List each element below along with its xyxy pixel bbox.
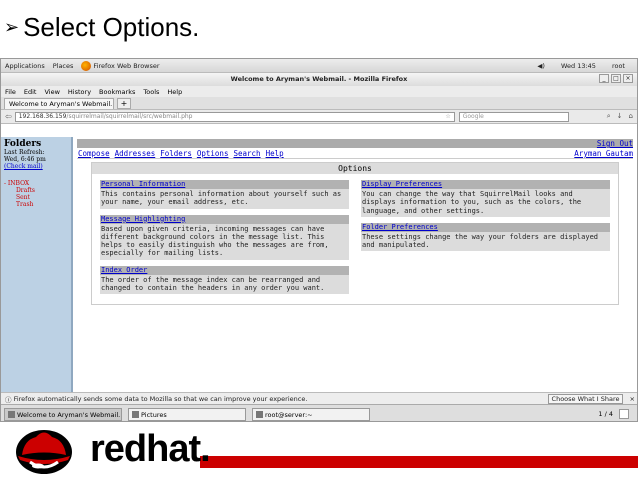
display-preferences-desc: You can change the way that SquirrelMail… xyxy=(361,189,610,217)
slide-title-text: Select Options. xyxy=(23,12,200,42)
bookmark-star-icon[interactable]: ☆ xyxy=(445,113,450,121)
firefox-icon xyxy=(81,60,92,71)
option-message-highlighting: Message Highlighting Based upon given cr… xyxy=(100,214,349,260)
folder-sidebar: Folders Last Refresh: Wed, 6:46 pm (Chec… xyxy=(1,137,73,392)
folder-trash[interactable]: Trash xyxy=(4,201,68,208)
nav-links: Compose Addresses Folders Options Search… xyxy=(77,148,633,159)
page-content: Folders Last Refresh: Wed, 6:46 pm (Chec… xyxy=(1,137,637,392)
navigation-bar: ⇦ 192.168.36.159/squirrelmail/squirrelma… xyxy=(1,110,637,124)
terminal-icon xyxy=(256,411,263,418)
folder-icon xyxy=(132,411,139,418)
message-highlighting-link[interactable]: Message Highlighting xyxy=(101,215,185,223)
personal-information-desc: This contains personal information about… xyxy=(100,189,349,209)
message-highlighting-desc: Based upon given criteria, incoming mess… xyxy=(100,223,349,260)
menu-view[interactable]: View xyxy=(44,88,59,96)
folder-sent[interactable]: Sent xyxy=(4,194,68,201)
window-title: Welcome to Aryman's Webmail. - Mozilla F… xyxy=(230,75,408,83)
options-title: Options xyxy=(92,163,618,174)
personal-information-link[interactable]: Personal Information xyxy=(101,180,185,188)
task-pictures[interactable]: Pictures xyxy=(128,407,246,421)
search-icon[interactable]: ⌕ xyxy=(607,112,611,121)
notification-text: Firefox automatically sends some data to… xyxy=(13,394,308,403)
minimize-icon[interactable]: _ xyxy=(599,74,609,83)
volume-icon[interactable]: ◀) xyxy=(537,62,545,70)
window-titlebar: Welcome to Aryman's Webmail. - Mozilla F… xyxy=(1,73,637,86)
folder-preferences-desc: These settings change the way your folde… xyxy=(361,231,610,252)
nav-addresses[interactable]: Addresses xyxy=(115,148,156,158)
redhat-wordmark: redhat. xyxy=(90,428,211,470)
last-refresh-time: Wed, 6:46 pm xyxy=(4,156,46,163)
nav-folders[interactable]: Folders xyxy=(160,148,192,158)
tab-webmail[interactable]: Welcome to Aryman's Webmail. xyxy=(4,98,114,109)
option-display-preferences: Display Preferences You can change the w… xyxy=(361,180,610,217)
nav-options[interactable]: Options xyxy=(197,148,229,158)
nav-help[interactable]: Help xyxy=(266,148,284,158)
main-frame: Sign Out Compose Addresses Folders Optio… xyxy=(73,137,637,392)
search-input[interactable]: Google xyxy=(458,111,569,122)
top-bar: Sign Out xyxy=(77,139,633,148)
menu-edit[interactable]: Edit xyxy=(24,88,37,96)
menu-bar: File Edit View History Bookmarks Tools H… xyxy=(1,86,637,97)
index-order-link[interactable]: Index Order xyxy=(101,266,147,274)
menu-tools[interactable]: Tools xyxy=(143,88,159,96)
notification-bar: ⓘ Firefox automatically sends some data … xyxy=(1,392,637,404)
options-left-column: Personal Information This contains perso… xyxy=(100,180,349,300)
nav-search[interactable]: Search xyxy=(233,148,260,158)
options-panel: Options Personal Information This contai… xyxy=(91,162,619,306)
nav-compose[interactable]: Compose xyxy=(78,148,110,158)
home-icon[interactable]: ⌂ xyxy=(629,112,633,121)
index-order-desc: The order of the message index can be re… xyxy=(100,274,349,295)
option-folder-preferences: Folder Preferences These settings change… xyxy=(361,222,610,252)
footer-red-bar xyxy=(200,456,638,468)
redhat-logo-icon xyxy=(16,430,72,474)
menu-bookmarks[interactable]: Bookmarks xyxy=(99,88,135,96)
screenshot: Applications Places Firefox Web Browser … xyxy=(0,58,638,422)
folder-inbox[interactable]: - INBOX xyxy=(4,180,68,187)
tab-bar: Welcome to Aryman's Webmail. + xyxy=(1,97,637,110)
workspace-pager[interactable]: 1 / 4 xyxy=(598,409,629,419)
firefox-launcher[interactable]: Firefox Web Browser xyxy=(81,60,167,71)
options-right-column: Display Preferences You can change the w… xyxy=(361,180,610,300)
pager-label: 1 / 4 xyxy=(598,410,613,418)
menu-history[interactable]: History xyxy=(68,88,91,96)
maximize-icon[interactable]: □ xyxy=(611,74,621,83)
check-mail-link[interactable]: (Check mail) xyxy=(4,163,43,170)
folder-preferences-link[interactable]: Folder Preferences xyxy=(362,223,438,231)
applications-menu[interactable]: Applications xyxy=(5,62,45,70)
close-notification-icon[interactable]: × xyxy=(629,395,637,403)
firefox-task-icon xyxy=(8,411,15,418)
info-icon: ⓘ xyxy=(5,395,14,404)
slide-footer: redhat. xyxy=(0,422,638,479)
new-tab-button[interactable]: + xyxy=(117,98,131,109)
slide-title: ➢ Select Options. xyxy=(4,12,199,43)
choose-what-i-share-button[interactable]: Choose What I Share xyxy=(547,393,624,404)
folder-drafts[interactable]: Drafts xyxy=(4,187,68,194)
menu-help[interactable]: Help xyxy=(167,88,182,96)
display-preferences-link[interactable]: Display Preferences xyxy=(362,180,442,188)
gnome-top-panel: Applications Places Firefox Web Browser … xyxy=(1,59,637,73)
menu-file[interactable]: File xyxy=(5,88,16,96)
url-host: 192.168.36.159 xyxy=(18,112,67,120)
places-menu[interactable]: Places xyxy=(53,62,74,70)
workspace-icon[interactable] xyxy=(619,409,629,419)
clock[interactable]: Wed 13:45 xyxy=(561,62,596,70)
task-terminal[interactable]: root@server:~ xyxy=(252,407,370,421)
bullet-arrow-icon: ➢ xyxy=(4,17,20,37)
user-menu[interactable]: root xyxy=(612,62,625,70)
option-index-order: Index Order The order of the message ind… xyxy=(100,265,349,295)
option-personal-information: Personal Information This contains perso… xyxy=(100,180,349,209)
sign-out-link[interactable]: Sign Out xyxy=(597,139,633,148)
close-icon[interactable]: × xyxy=(623,74,633,83)
url-field[interactable]: 192.168.36.159/squirrelmail/squirrelmail… xyxy=(14,111,455,122)
last-refresh-label: Last Refresh: xyxy=(4,149,45,156)
user-name-link[interactable]: Aryman Gautam xyxy=(574,148,633,158)
folders-title: Folders xyxy=(4,139,42,149)
taskbar: Welcome to Aryman's Webmail. ... Picture… xyxy=(1,404,637,421)
download-icon[interactable]: ↓ xyxy=(617,112,623,121)
task-firefox[interactable]: Welcome to Aryman's Webmail. ... xyxy=(4,407,122,421)
back-arrow-icon[interactable]: ⇦ xyxy=(5,112,12,121)
url-path: /squirrelmail/squirrelmail/src/webmail.p… xyxy=(66,112,193,120)
